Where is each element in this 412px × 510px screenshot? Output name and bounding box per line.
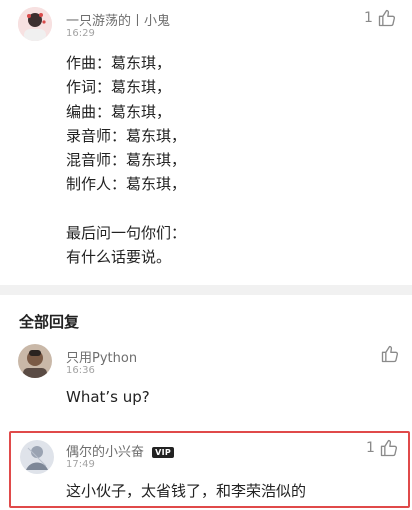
like-count: 1 — [366, 440, 375, 456]
avatar-image — [20, 440, 54, 474]
comment-line: 制作人：葛东琪， — [66, 175, 187, 194]
reply-author-name: 偶尔的小兴奋 — [66, 445, 145, 460]
reply-item-highlighted: 偶尔的小兴奋 VIP 17:49 1 这小伙子，太省钱了，和李荣浩似的 — [9, 431, 410, 508]
thumbs-up-icon — [378, 9, 395, 27]
reply-time: 16:36 — [66, 365, 95, 376]
avatar-image — [18, 344, 52, 378]
avatar-image — [18, 7, 52, 41]
comment-line: 编曲：葛东琪， — [66, 102, 172, 121]
like-count: 1 — [364, 10, 373, 26]
thumbs-up-icon — [381, 345, 399, 363]
comment-line: 混音师：葛东琪， — [66, 151, 187, 170]
reply-text: 这小伙子，太省钱了，和李荣浩似的 — [66, 482, 307, 500]
comment-line: 作词：葛东琪， — [66, 78, 172, 97]
comment-line: 最后问一句你们： — [66, 224, 187, 243]
top-comment: 一只游荡的丨小鬼 16:29 1 作曲：葛东琪， 作词：葛东琪， 编曲：葛东琪，… — [0, 0, 412, 285]
avatar[interactable] — [20, 440, 54, 474]
like-button[interactable]: 1 — [366, 438, 399, 458]
like-button[interactable]: 1 — [364, 8, 397, 28]
comment-line: 有什么话要说。 — [66, 248, 172, 267]
reply-time: 17:49 — [66, 459, 95, 470]
reply-item: 只用Python 16:36 What’s up? — [0, 336, 412, 426]
section-title: 全部回复 — [19, 313, 80, 331]
comment-author[interactable]: 一只游荡的丨小鬼 — [66, 10, 170, 29]
section-divider — [0, 285, 412, 295]
avatar[interactable] — [18, 7, 52, 41]
comment-time: 16:29 — [66, 28, 95, 39]
avatar[interactable] — [18, 344, 52, 378]
thumbs-up-icon — [380, 439, 397, 457]
like-button[interactable] — [376, 344, 400, 364]
reply-text: What’s up? — [66, 388, 150, 406]
comment-line: 录音师：葛东琪， — [66, 126, 187, 145]
reply-author[interactable]: 偶尔的小兴奋 VIP — [66, 441, 175, 460]
vip-badge-icon: VIP — [152, 447, 175, 458]
comment-line — [66, 197, 186, 221]
comment-body: 作曲：葛东琪， 作词：葛东琪， 编曲：葛东琪， 录音师：葛东琪， 混音师：葛东琪… — [66, 51, 186, 270]
reply-author[interactable]: 只用Python — [66, 347, 137, 366]
comment-line: 作曲：葛东琪， — [66, 54, 172, 72]
